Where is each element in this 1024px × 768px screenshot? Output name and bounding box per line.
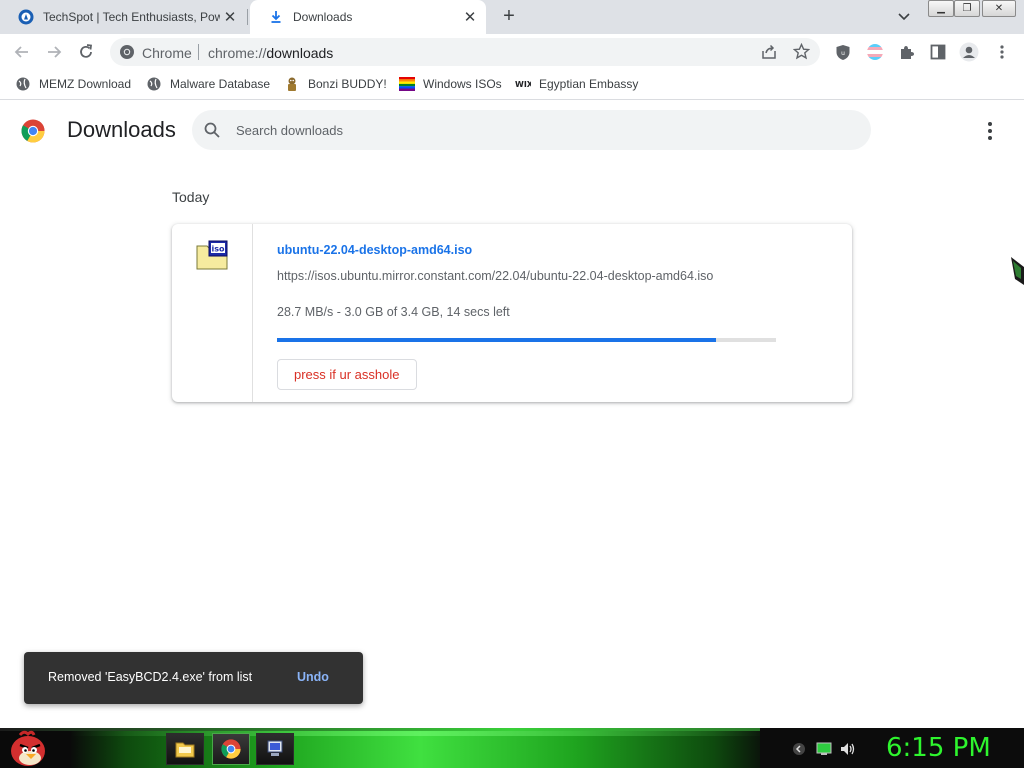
bookmarks-bar: MEMZ Download Malware Database Bonzi BUD…	[0, 70, 1024, 100]
omnibox-divider	[198, 44, 199, 60]
download-icon	[271, 11, 281, 23]
side-panel-button[interactable]	[927, 41, 949, 63]
bookmark-malware-database[interactable]: Malware Database	[146, 76, 270, 92]
bookmark-windows-isos[interactable]: Windows ISOs	[399, 76, 502, 92]
bookmark-memz[interactable]: MEMZ Download	[15, 76, 131, 92]
trans-flag-icon	[867, 44, 883, 60]
download-progress-bar	[277, 338, 776, 342]
bookmark-egyptian-embassy[interactable]: WIX Egyptian Embassy	[515, 76, 638, 92]
address-bar[interactable]: Chrome chrome://downloads	[110, 38, 820, 66]
share-icon[interactable]	[761, 44, 777, 60]
toast-message: Removed 'EasyBCD2.4.exe' from list	[48, 670, 253, 684]
close-window-button[interactable]: ✕	[982, 0, 1016, 17]
close-tab-icon[interactable]: ✕	[460, 7, 480, 27]
download-action-button[interactable]: press if ur asshole	[277, 359, 417, 390]
new-tab-button[interactable]: +	[498, 6, 520, 28]
menu-dot	[988, 129, 992, 133]
chrome-icon	[221, 739, 241, 759]
file-icon-column: iso	[172, 224, 253, 402]
avatar-icon	[959, 42, 979, 62]
back-button[interactable]	[11, 41, 33, 63]
downloads-page: Downloads Today iso ubuntu-22.04-desktop…	[0, 101, 1024, 728]
wix-icon: WIX	[515, 76, 531, 92]
bookmark-label: Malware Database	[170, 77, 271, 91]
search-input[interactable]	[236, 120, 836, 140]
techspot-icon	[18, 9, 34, 25]
url-scheme: chrome://	[208, 45, 267, 61]
globe-icon	[15, 76, 31, 92]
svg-text:WIX: WIX	[515, 80, 531, 89]
chrome-site-icon	[120, 45, 134, 59]
side-panel-icon	[930, 44, 946, 60]
download-status-text: 28.7 MB/s - 3.0 GB of 3.4 GB, 14 secs le…	[277, 305, 510, 319]
globe-icon	[146, 76, 162, 92]
chevron-down-icon[interactable]	[894, 8, 914, 26]
flag-extension-button[interactable]	[864, 41, 886, 63]
profile-button[interactable]	[958, 41, 980, 63]
menu-dot	[988, 122, 992, 126]
bookmark-label: Windows ISOs	[423, 77, 502, 91]
download-item-card: iso ubuntu-22.04-desktop-amd64.iso https…	[172, 224, 852, 402]
file-source-url[interactable]: https://isos.ubuntu.mirror.constant.com/…	[277, 269, 713, 283]
bookmark-label: Bonzi BUDDY!	[308, 77, 387, 91]
bookmark-bonzi-buddy[interactable]: Bonzi BUDDY!	[284, 76, 387, 92]
start-angry-bird-icon[interactable]	[6, 729, 48, 767]
page-title: Downloads	[67, 117, 176, 142]
removed-toast: Removed 'EasyBCD2.4.exe' from list Undo	[24, 652, 363, 704]
ublock-extension-button[interactable]: u	[832, 41, 854, 63]
chrome-logo-icon	[21, 119, 45, 143]
minimize-button[interactable]: ▁	[928, 0, 954, 17]
undo-button[interactable]: Undo	[297, 670, 329, 684]
taskbar-clock[interactable]: 6:15 PM	[886, 733, 991, 763]
maximize-button[interactable]: ❐	[954, 0, 980, 17]
puzzle-icon	[900, 45, 914, 59]
tab-techspot[interactable]: TechSpot | Tech Enthusiasts, Pow ✕	[0, 0, 246, 34]
more-actions-button[interactable]	[980, 121, 1000, 141]
bonzi-icon	[284, 76, 300, 92]
tab-divider	[247, 9, 248, 25]
iso-file-icon: iso	[196, 240, 228, 270]
taskbar-explorer-button[interactable]	[166, 733, 204, 765]
rainbow-flag-icon	[399, 76, 415, 92]
search-downloads-box[interactable]	[192, 110, 871, 150]
tab-strip: TechSpot | Tech Enthusiasts, Pow ✕ Downl…	[0, 0, 1024, 34]
taskbar-app-button[interactable]	[256, 733, 294, 765]
url-host: downloads	[266, 45, 334, 61]
svg-text:u: u	[841, 50, 845, 57]
url-text: chrome://downloads	[208, 45, 333, 61]
extensions-button[interactable]	[895, 41, 917, 63]
forward-button[interactable]	[43, 41, 65, 63]
browser-toolbar: Chrome chrome://downloads u	[0, 34, 1024, 70]
browser-menu-button[interactable]	[991, 41, 1013, 63]
star-icon[interactable]	[793, 43, 810, 60]
taskbar: 6:15 PM	[0, 728, 1024, 768]
search-icon	[204, 122, 220, 138]
volume-icon[interactable]	[840, 741, 856, 757]
tray-expand-icon[interactable]	[791, 741, 807, 757]
close-tab-icon[interactable]: ✕	[220, 7, 240, 27]
bookmark-label: MEMZ Download	[39, 77, 132, 91]
tab-title: TechSpot | Tech Enthusiasts, Pow	[43, 10, 220, 24]
arrow-left-icon	[14, 46, 28, 58]
tab-title: Downloads	[293, 10, 353, 24]
download-progress-fill	[277, 338, 717, 342]
file-name-link[interactable]: ubuntu-22.04-desktop-amd64.iso	[277, 243, 472, 257]
reload-icon	[80, 44, 93, 58]
kebab-menu-icon	[1000, 45, 1004, 59]
bookmark-label: Egyptian Embassy	[539, 77, 639, 91]
menu-dot	[988, 136, 992, 140]
monitor-icon	[267, 740, 283, 756]
site-chip: Chrome	[142, 45, 192, 61]
folder-icon	[175, 742, 195, 758]
downloads-header: Downloads	[0, 101, 1024, 159]
tab-downloads[interactable]: Downloads ✕	[250, 0, 486, 34]
reload-button[interactable]	[75, 41, 97, 63]
taskbar-chrome-button[interactable]	[212, 733, 250, 765]
arrow-right-icon	[48, 46, 62, 58]
svg-text:iso: iso	[212, 245, 226, 254]
mouse-cursor-icon	[1011, 257, 1024, 285]
shield-icon: u	[836, 44, 850, 60]
network-icon[interactable]	[816, 741, 832, 757]
date-section-label: Today	[172, 189, 210, 205]
